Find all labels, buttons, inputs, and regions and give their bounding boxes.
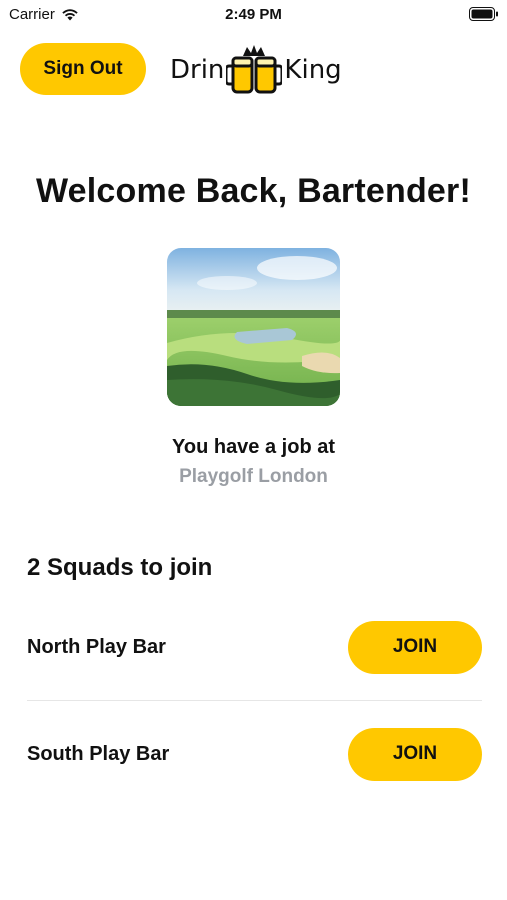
drinking-logo: Drin King xyxy=(170,42,342,98)
logo-text-right: King xyxy=(284,55,342,85)
squad-name: North Play Bar xyxy=(27,635,166,658)
beer-mugs-crown-icon xyxy=(226,45,283,94)
status-bar: Carrier 2:49 PM xyxy=(0,0,507,28)
app-screen: Carrier 2:49 PM Sign Out Drin King Welco… xyxy=(0,0,507,900)
squads-heading: 2 Squads to join xyxy=(27,554,213,581)
squad-row-north: North Play Bar JOIN xyxy=(27,620,482,674)
squad-row-south: South Play Bar JOIN xyxy=(27,727,482,781)
battery-icon xyxy=(469,7,498,21)
welcome-title: Welcome Back, Bartender! xyxy=(36,172,471,210)
join-south-button[interactable]: JOIN xyxy=(348,727,482,781)
job-venue-name: Playgolf London xyxy=(179,466,328,487)
job-prefix-text: You have a job at xyxy=(172,436,335,458)
sign-out-button[interactable]: Sign Out xyxy=(20,43,146,95)
venue-photo xyxy=(167,248,340,406)
squad-name: South Play Bar xyxy=(27,742,170,765)
logo-text-left: Drin xyxy=(170,55,225,85)
golf-course-photo-icon xyxy=(167,248,340,406)
status-time: 2:49 PM xyxy=(225,6,282,23)
row-divider xyxy=(27,700,482,701)
join-north-button[interactable]: JOIN xyxy=(348,620,482,674)
